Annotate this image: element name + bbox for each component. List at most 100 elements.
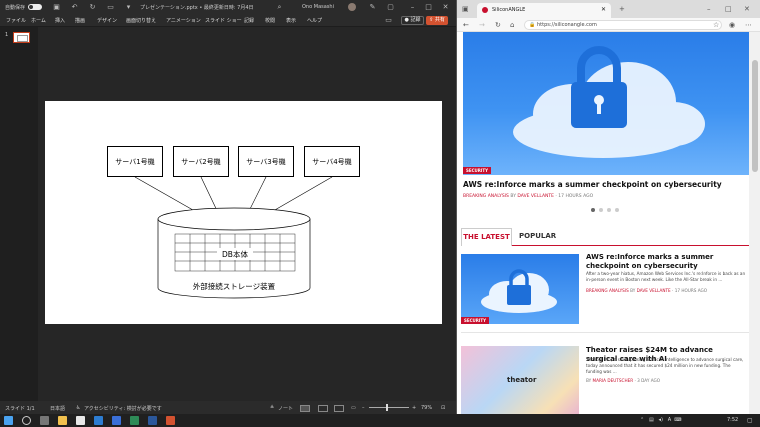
zoom-slider-thumb[interactable] <box>386 404 388 411</box>
volume-icon[interactable]: ◂) <box>659 417 663 423</box>
minimize-icon[interactable]: – <box>408 3 417 11</box>
save-icon[interactable]: ▣ <box>52 3 61 11</box>
presenter-view-icon[interactable]: ▭ <box>351 405 356 411</box>
minimize-icon[interactable]: – <box>707 5 711 13</box>
tab-insert[interactable]: 挿入 <box>55 17 65 24</box>
mail-icon[interactable] <box>112 416 121 425</box>
slide-sorter-icon[interactable] <box>318 405 328 412</box>
zoom-in-icon[interactable]: + <box>412 405 416 411</box>
file-title[interactable]: プレゼンテーション.pptx • 最終更新日時: 7月4日 <box>140 4 254 11</box>
article-author-2[interactable]: MARIA DEUTSCHER <box>593 378 634 383</box>
close-icon[interactable]: ✕ <box>441 3 450 11</box>
ribbon-display-icon[interactable]: ▢ <box>386 3 395 11</box>
powerpoint-taskbar-icon[interactable] <box>166 416 175 425</box>
new-tab-icon[interactable]: + <box>619 5 625 13</box>
file-explorer-icon[interactable] <box>58 416 67 425</box>
refresh-icon[interactable]: ↻ <box>495 21 501 29</box>
tab-view[interactable]: 表示 <box>286 17 296 24</box>
keyboard-icon[interactable]: ⌨ <box>674 417 681 423</box>
article-category-1[interactable]: BREAKING ANALYSIS <box>586 288 629 293</box>
autosave-toggle[interactable] <box>28 4 42 10</box>
zoom-level[interactable]: 79% <box>421 405 432 411</box>
hero-author[interactable]: DAVE VELLANTE <box>517 194 554 199</box>
tab-animations[interactable]: アニメーション <box>166 17 201 24</box>
article-author-1[interactable]: DAVE VELLANTE <box>637 288 671 293</box>
page-scrollbar[interactable] <box>749 32 760 414</box>
record-button[interactable]: ● 記録 <box>401 16 424 25</box>
excel-icon[interactable] <box>130 416 139 425</box>
tab-slideshow[interactable]: スライド ショー <box>205 17 242 24</box>
tab-help[interactable]: ヘルプ <box>307 17 322 24</box>
tab-popular[interactable]: POPULAR <box>519 228 556 246</box>
back-icon[interactable]: ← <box>463 21 469 29</box>
scrollbar-thumb[interactable] <box>752 60 758 172</box>
normal-view-icon[interactable] <box>300 405 310 412</box>
zoom-slider[interactable] <box>369 407 409 408</box>
slide-canvas[interactable]: サーバ1号機 サーバ2号機 サーバ3号機 サーバ4号機 DB本体 外部接続ストレ… <box>45 101 442 324</box>
article-title-1[interactable]: AWS re:Inforce marks a summer checkpoint… <box>586 253 746 271</box>
tab-actions-icon[interactable]: ▣ <box>462 5 469 13</box>
accessibility-icon[interactable]: ♿ <box>76 405 80 411</box>
storage-diagram[interactable]: DB本体 外部接続ストレージ装置 <box>45 101 442 324</box>
task-view-icon[interactable] <box>40 416 49 425</box>
notification-icon[interactable]: ▢ <box>747 417 753 424</box>
comments-icon[interactable]: ▭ <box>384 16 393 24</box>
start-slideshow-icon[interactable]: ▭ <box>106 3 115 11</box>
article-badge-1[interactable]: SECURITY <box>461 317 489 324</box>
close-icon[interactable]: ✕ <box>744 5 750 13</box>
tab-review[interactable]: 校閲 <box>265 17 275 24</box>
ime-indicator[interactable]: A <box>668 417 671 423</box>
hero-category[interactable]: BREAKING ANALYSIS <box>463 194 509 199</box>
carousel-dot-2[interactable] <box>599 208 603 212</box>
share-button[interactable]: ⇪ 共有 <box>426 16 448 25</box>
edge-taskbar-icon[interactable] <box>94 416 103 425</box>
article-image-2[interactable]: theator <box>461 346 579 414</box>
notes-button[interactable]: ノート <box>278 405 293 412</box>
zoom-out-icon[interactable]: – <box>362 405 365 411</box>
hero-image[interactable]: SECURITY <box>463 32 749 175</box>
tab-close-icon[interactable]: ✕ <box>601 6 606 13</box>
reading-view-icon[interactable] <box>334 405 344 412</box>
notes-icon[interactable]: ≜ <box>270 405 274 411</box>
start-icon[interactable] <box>4 416 13 425</box>
language-indicator[interactable]: 日本語 <box>50 405 65 412</box>
fit-slide-icon[interactable]: ⊡ <box>441 405 445 411</box>
more-qat-icon[interactable]: ▾ <box>124 3 133 11</box>
hero-title[interactable]: AWS re:Inforce marks a summer checkpoint… <box>463 180 722 189</box>
tab-design[interactable]: デザイン <box>97 17 117 24</box>
store-icon[interactable] <box>76 416 85 425</box>
tab-file[interactable]: ファイル <box>6 17 26 24</box>
slide-thumbnail[interactable] <box>13 32 30 43</box>
carousel-dot-4[interactable] <box>615 208 619 212</box>
forward-icon[interactable]: → <box>479 21 485 29</box>
tray-overflow-icon[interactable]: ⌃ <box>640 417 644 423</box>
redo-icon[interactable]: ↻ <box>88 3 97 11</box>
tab-the-latest[interactable]: THE LATEST <box>461 228 512 246</box>
carousel-dot-3[interactable] <box>607 208 611 212</box>
search-icon[interactable]: ⌕ <box>275 3 284 11</box>
pen-icon[interactable]: ✎ <box>368 3 377 11</box>
undo-icon[interactable]: ↶ <box>70 3 79 11</box>
hero-badge[interactable]: SECURITY <box>463 167 491 174</box>
network-icon[interactable]: ▤ <box>649 417 654 423</box>
accessibility-status[interactable]: アクセシビリティ: 検討が必要です <box>84 405 162 412</box>
more-menu-icon[interactable]: ⋯ <box>745 21 752 29</box>
avatar[interactable] <box>348 3 356 11</box>
tab-home[interactable]: ホーム <box>31 17 46 24</box>
home-icon[interactable]: ⌂ <box>510 21 514 29</box>
clock[interactable]: 7:52 <box>727 417 738 423</box>
profile-icon[interactable]: ◉ <box>729 21 735 29</box>
search-icon[interactable] <box>22 416 31 425</box>
browser-tab[interactable]: SiliconANGLE ✕ <box>477 3 611 18</box>
tab-transitions[interactable]: 画面切り替え <box>126 17 156 24</box>
url-field[interactable]: 🔒 https://siliconangle.com <box>524 20 722 30</box>
lock-icon[interactable]: 🔒 <box>529 21 535 29</box>
user-name[interactable]: Ono Masashi <box>302 4 334 10</box>
article-image-1[interactable]: SECURITY <box>461 254 579 324</box>
tab-draw[interactable]: 描画 <box>75 17 85 24</box>
tab-record[interactable]: 記録 <box>244 17 254 24</box>
maximize-icon[interactable]: □ <box>424 3 433 11</box>
word-icon[interactable] <box>148 416 157 425</box>
maximize-icon[interactable]: □ <box>725 5 732 13</box>
carousel-dot-1[interactable] <box>591 208 595 212</box>
